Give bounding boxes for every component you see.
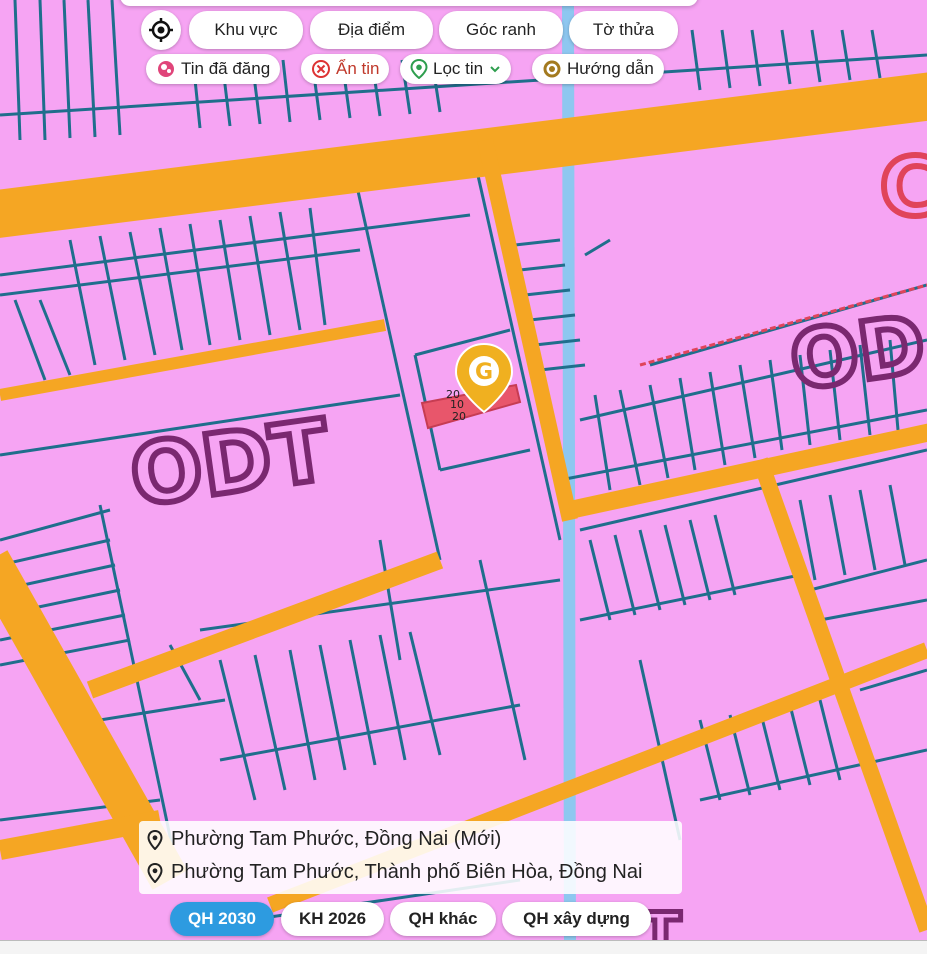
posted-listings-label: Tin đã đăng — [181, 59, 271, 78]
tab-goc-ranh[interactable]: Góc ranh — [439, 11, 563, 49]
address-row-old: Phường Tam Phước, Thành phố Biên Hòa, Đồ… — [147, 861, 642, 884]
listing-pin-icon — [156, 59, 176, 79]
layer-qh-xay-dung[interactable]: QH xây dựng — [502, 902, 651, 936]
marker-letter: G — [475, 360, 493, 385]
tab-to-thua[interactable]: Tờ thửa — [569, 11, 678, 49]
address-row-new: Phường Tam Phước, Đồng Nai (Mới) — [147, 828, 501, 851]
address-line-old: Phường Tam Phước, Thành phố Biên Hòa, Đồ… — [171, 861, 643, 883]
parcel-label-3: 20 — [452, 410, 466, 423]
guide-target-icon — [542, 59, 562, 79]
address-panel: Phường Tam Phước, Đồng Nai (Mới) Phường … — [139, 821, 682, 894]
close-circle-icon — [311, 59, 331, 79]
location-pin-icon — [147, 829, 163, 850]
planning-map[interactable]: ODT OD T C 20 10 20 G — [0, 0, 927, 953]
tab-dia-diem[interactable]: Địa điểm — [310, 11, 433, 49]
crosshair-icon — [149, 18, 173, 42]
hide-listings-button[interactable]: Ẩn tin — [301, 54, 390, 84]
filter-listings-button[interactable]: Lọc tin — [400, 54, 512, 84]
chevron-down-icon — [489, 65, 501, 73]
location-pin-icon — [410, 59, 428, 79]
bottom-edge — [0, 940, 927, 954]
zone-label-partial: C — [880, 141, 927, 234]
tab-khu-vuc[interactable]: Khu vực — [189, 11, 303, 49]
posted-listings-button[interactable]: Tin đã đăng — [146, 54, 281, 84]
address-line-new: Phường Tam Phước, Đồng Nai (Mới) — [171, 828, 502, 850]
guide-label: Hướng dẫn — [567, 59, 654, 78]
locate-button[interactable] — [141, 10, 181, 50]
layer-kh-2026[interactable]: KH 2026 — [281, 902, 384, 936]
hide-listings-label: Ẩn tin — [336, 59, 380, 78]
layer-qh-2030[interactable]: QH 2030 — [170, 902, 274, 936]
search-panel-edge — [120, 0, 698, 6]
layer-qh-khac[interactable]: QH khác — [390, 902, 496, 936]
location-pin-icon — [147, 862, 163, 883]
zone-label-od: OD — [785, 297, 927, 408]
filter-listings-label: Lọc tin — [433, 59, 484, 78]
guide-button[interactable]: Hướng dẫn — [532, 54, 664, 84]
